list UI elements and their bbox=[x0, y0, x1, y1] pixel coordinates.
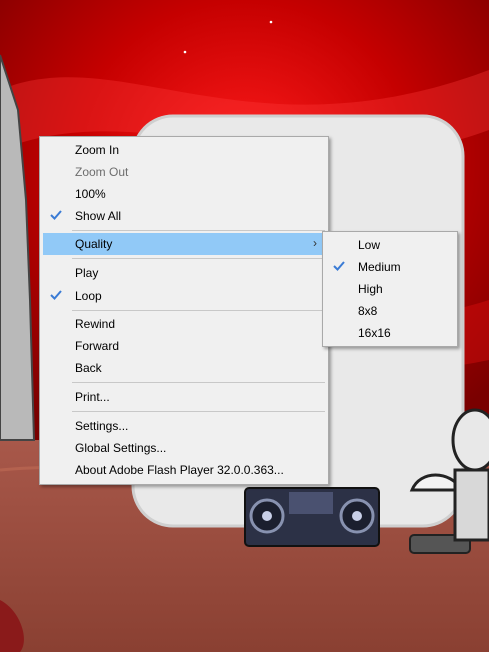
chevron-right-icon: › bbox=[313, 236, 317, 250]
menu-item-label: Print... bbox=[75, 390, 110, 404]
menu-item-label: Settings... bbox=[75, 419, 129, 433]
menu-item-label: Rewind bbox=[75, 317, 116, 331]
menu-item-label: Back bbox=[75, 361, 102, 375]
checkmark-icon bbox=[50, 210, 62, 220]
menu-item-label: Medium bbox=[358, 260, 401, 274]
menu-item-label: Zoom In bbox=[75, 143, 120, 157]
checkmark-icon bbox=[50, 290, 62, 300]
menu-separator bbox=[72, 310, 325, 311]
menu-item-label: Low bbox=[358, 238, 381, 252]
menu-separator bbox=[72, 382, 325, 383]
menu-item-label: Quality bbox=[75, 237, 113, 251]
menu-item-play[interactable]: Play bbox=[43, 262, 325, 284]
menu-item-label: Forward bbox=[75, 339, 120, 353]
menu-item-zoom-in[interactable]: Zoom In bbox=[43, 139, 325, 161]
boombox bbox=[244, 487, 380, 547]
menu-item-about[interactable]: About Adobe Flash Player 32.0.0.363... bbox=[43, 459, 325, 481]
menu-item-settings[interactable]: Settings... bbox=[43, 415, 325, 437]
menu-item-back[interactable]: Back bbox=[43, 357, 325, 379]
quality-submenu: Low Medium High 8x8 16x16 bbox=[322, 231, 458, 347]
submenu-item-16x16[interactable]: 16x16 bbox=[326, 322, 454, 344]
checkmark-icon bbox=[333, 261, 345, 271]
menu-item-label: 16x16 bbox=[358, 326, 391, 340]
star bbox=[183, 50, 187, 54]
menu-item-label: 8x8 bbox=[358, 304, 378, 318]
menu-item-label: Global Settings... bbox=[75, 441, 167, 455]
menu-item-label: About Adobe Flash Player 32.0.0.363... bbox=[75, 463, 284, 477]
submenu-item-high[interactable]: High bbox=[326, 278, 454, 300]
menu-separator bbox=[72, 258, 325, 259]
menu-item-zoom-out: Zoom Out bbox=[43, 161, 325, 183]
menu-item-print[interactable]: Print... bbox=[43, 386, 325, 408]
context-menu: Zoom In Zoom Out 100% Show All Quality ›… bbox=[39, 136, 329, 485]
menu-item-label: 100% bbox=[75, 187, 106, 201]
menu-item-global-settings[interactable]: Global Settings... bbox=[43, 437, 325, 459]
menu-item-quality[interactable]: Quality › bbox=[43, 233, 325, 255]
menu-item-forward[interactable]: Forward bbox=[43, 335, 325, 357]
menu-item-show-all[interactable]: Show All bbox=[43, 205, 325, 227]
menu-separator bbox=[72, 411, 325, 412]
menu-item-100-percent[interactable]: 100% bbox=[43, 183, 325, 205]
menu-item-rewind[interactable]: Rewind bbox=[43, 313, 325, 335]
menu-item-label: Loop bbox=[75, 289, 102, 303]
menu-item-label: Show All bbox=[75, 209, 122, 223]
menu-item-label: Zoom Out bbox=[75, 165, 129, 179]
submenu-item-8x8[interactable]: 8x8 bbox=[326, 300, 454, 322]
star bbox=[269, 20, 273, 24]
menu-item-loop[interactable]: Loop bbox=[43, 285, 325, 307]
menu-separator bbox=[72, 230, 325, 231]
menu-item-label: High bbox=[358, 282, 383, 296]
submenu-item-medium[interactable]: Medium bbox=[326, 256, 454, 278]
submenu-item-low[interactable]: Low bbox=[326, 234, 454, 256]
menu-item-label: Play bbox=[75, 266, 99, 280]
